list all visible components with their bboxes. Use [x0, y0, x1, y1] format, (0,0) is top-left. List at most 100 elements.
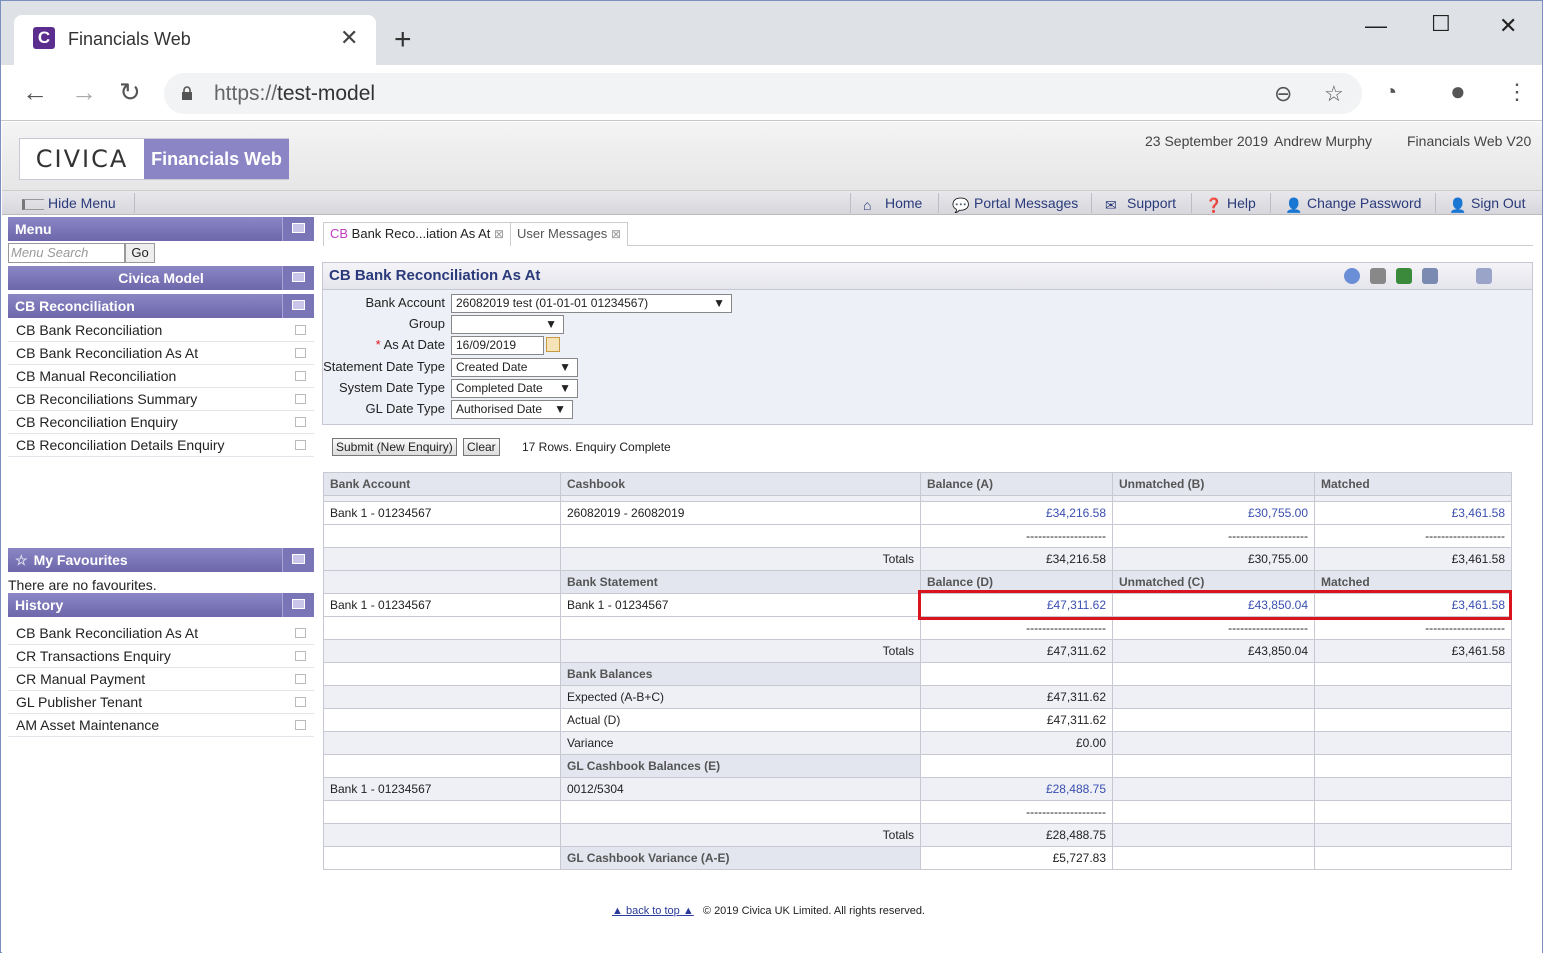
profile-avatar-icon[interactable]: ● [1450, 76, 1466, 107]
sidebar-history-header[interactable]: History [8, 593, 314, 617]
history-item[interactable]: GL Publisher Tenant [8, 691, 314, 714]
change-password-link[interactable]: 👤 Change Password [1285, 195, 1421, 213]
model-toggle-icon[interactable] [282, 266, 314, 290]
bank-account-select[interactable]: 26082019 test (01-01-01 01234567) ▼ [451, 294, 732, 313]
system-date-type-select[interactable]: Completed Date ▼ [451, 379, 578, 398]
gl-date-type-select[interactable]: Authorised Date ▼ [451, 400, 573, 419]
sidebar-favourites-header[interactable]: ☆ My Favourites [8, 548, 314, 572]
section-toggle-icon[interactable] [282, 294, 314, 318]
unmatched-link[interactable]: £30,755.00 [1112, 501, 1315, 525]
sidebar-item-cb-bank-reconciliation[interactable]: CB Bank Reconciliation [8, 319, 314, 342]
tab-cb-bank-reconciliation-as-at[interactable]: CB Bank Reco...iation As At ⊠ [323, 222, 512, 246]
favourites-toggle-icon[interactable] [282, 548, 314, 572]
bookmark-star-icon[interactable]: ☆ [1324, 81, 1344, 107]
sidebar-section-header[interactable]: CB Reconciliation [8, 294, 314, 318]
back-to-top-link[interactable]: ▲ back to top ▲ [612, 905, 694, 917]
civica-favicon-icon: C [33, 27, 55, 49]
window-toggle-icon[interactable] [1476, 268, 1492, 284]
open-new-window-icon[interactable] [295, 371, 306, 381]
system-date-type-label: System Date Type [339, 380, 445, 395]
extension-icon[interactable]: ◔ [1384, 79, 1397, 105]
clear-button[interactable]: Clear [463, 438, 500, 456]
new-tab-icon[interactable]: + [394, 25, 412, 55]
sidebar-model-header[interactable]: Civica Model [8, 266, 314, 290]
help-icon[interactable] [1344, 268, 1360, 284]
table-row: Bank 1 - 01234567 0012/5304 £28,488.75 [323, 777, 1512, 801]
excel-export-icon[interactable] [1396, 268, 1412, 284]
sidebar-item-cb-reconciliation-details-enquiry[interactable]: CB Reconciliation Details Enquiry [8, 434, 314, 457]
status-text: 17 Rows. Enquiry Complete [522, 440, 671, 454]
layout-icon[interactable] [1422, 268, 1438, 284]
sidebar-item-cb-bank-reconciliation-as-at[interactable]: CB Bank Reconciliation As At [8, 342, 314, 365]
enquiry-form: Bank Account 26082019 test (01-01-01 012… [322, 290, 1533, 425]
statement-date-type-select[interactable]: Created Date ▼ [451, 358, 578, 377]
dropdown-arrow-icon: ▼ [554, 402, 566, 416]
as-at-date-input[interactable]: 16/09/2019 [451, 336, 544, 355]
copyright-text: © 2019 Civica UK Limited. All rights res… [702, 905, 925, 917]
address-bar[interactable]: https://test-model ⊖ ☆ [164, 73, 1362, 114]
tab-user-messages[interactable]: User Messages ⊠ [510, 222, 628, 246]
sign-out-link[interactable]: 👤 Sign Out [1449, 195, 1525, 213]
close-tab-icon[interactable]: ✕ [340, 27, 358, 49]
close-tab-icon[interactable]: ⊠ [611, 227, 621, 241]
open-new-window-icon[interactable] [295, 394, 306, 404]
history-toggle-icon[interactable] [282, 593, 314, 617]
back-icon[interactable]: ← [22, 77, 48, 107]
up-arrow-icon: ▲ [682, 905, 694, 917]
submit-new-enquiry-button[interactable]: Submit (New Enquiry) [332, 438, 457, 456]
browser-tab[interactable]: C Financials Web ✕ [14, 15, 376, 65]
table-row: Bank 1 - 01234567 26082019 - 26082019 £3… [323, 501, 1512, 525]
window-close-icon[interactable]: ✕ [1499, 13, 1517, 39]
open-new-window-icon[interactable] [295, 325, 306, 335]
column-header: Balance (A) [920, 472, 1113, 496]
lock-icon [182, 86, 192, 100]
print-icon[interactable] [1370, 268, 1386, 284]
collapse-menu-icon[interactable] [282, 217, 314, 241]
gl-balance-link[interactable]: £28,488.75 [920, 777, 1113, 801]
sidebar-item-cb-reconciliation-enquiry[interactable]: CB Reconciliation Enquiry [8, 411, 314, 434]
chrome-menu-icon[interactable]: ⋮ [1506, 79, 1528, 105]
sidebar-item-cb-manual-reconciliation[interactable]: CB Manual Reconciliation [8, 365, 314, 388]
calendar-icon[interactable] [546, 337, 560, 352]
portal-messages-link[interactable]: 💬 Portal Messages [952, 195, 1078, 213]
history-item[interactable]: CR Transactions Enquiry [8, 645, 314, 668]
forward-icon[interactable]: → [71, 77, 97, 107]
maximize-icon[interactable]: ☐ [1431, 11, 1451, 37]
support-link[interactable]: ✉ Support [1105, 195, 1176, 213]
logo-civica-text: CIVICA [35, 145, 129, 173]
hide-menu-button[interactable]: Hide Menu [22, 195, 116, 211]
history-item[interactable]: CB Bank Reconciliation As At [8, 622, 314, 645]
zoom-icon[interactable]: ⊖ [1274, 81, 1292, 107]
bank-account-label: Bank Account [365, 295, 446, 310]
close-tab-icon[interactable]: ⊠ [494, 227, 504, 241]
home-link[interactable]: ⌂ Home [863, 195, 922, 213]
favourites-empty-text: There are no favourites. [8, 577, 157, 593]
sidebar-item-cb-reconciliations-summary[interactable]: CB Reconciliations Summary [8, 388, 314, 411]
open-new-window-icon[interactable] [295, 417, 306, 427]
open-new-window-icon[interactable] [295, 628, 306, 638]
totals-row: Totals £34,216.58 £30,755.00 £3,461.58 [323, 547, 1512, 571]
menu-search-input[interactable]: Menu Search [8, 243, 125, 263]
table-row: Actual (D) £47,311.62 [323, 708, 1512, 732]
open-new-window-icon[interactable] [295, 697, 306, 707]
open-new-window-icon[interactable] [295, 720, 306, 730]
open-new-window-icon[interactable] [295, 440, 306, 450]
history-item[interactable]: CR Manual Payment [8, 668, 314, 691]
table-subheader-row: GL Cashbook Variance (A-E) £5,727.83 [323, 846, 1512, 870]
home-icon: ⌂ [863, 197, 872, 213]
history-item[interactable]: AM Asset Maintenance [8, 714, 314, 737]
reload-icon[interactable]: ↻ [119, 77, 141, 107]
matched-link[interactable]: £3,461.58 [1314, 501, 1512, 525]
balance-link[interactable]: £34,216.58 [920, 501, 1113, 525]
table-subheader-row: Bank Balances [323, 662, 1512, 686]
open-new-window-icon[interactable] [295, 651, 306, 661]
menu-search-go-button[interactable]: Go [125, 243, 155, 263]
open-new-window-icon[interactable] [295, 674, 306, 684]
user-key-icon: 👤 [1285, 197, 1303, 213]
open-new-window-icon[interactable] [295, 348, 306, 358]
url-text[interactable]: https://test-model [214, 82, 375, 106]
group-select[interactable]: ▼ [451, 315, 564, 334]
help-link[interactable]: ❓ Help [1205, 195, 1256, 213]
dropdown-arrow-icon: ▼ [559, 360, 571, 374]
minimize-icon[interactable]: — [1365, 13, 1387, 39]
